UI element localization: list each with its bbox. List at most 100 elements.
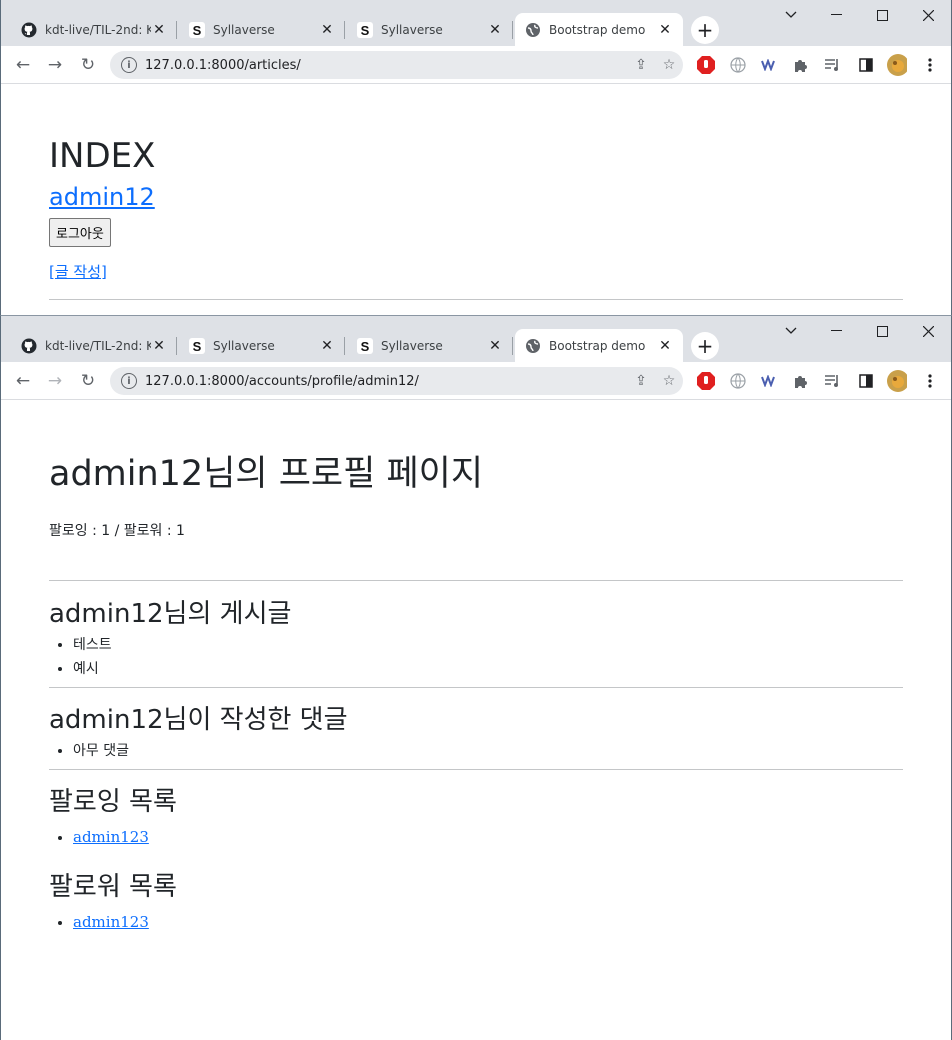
browser-toolbar: ← → ↻ i 127.0.0.1:8000/accounts/profile/… xyxy=(1,362,951,400)
tab-syllaverse-2[interactable]: S Syllaverse ✕ xyxy=(347,329,513,362)
back-icon[interactable]: ← xyxy=(11,53,35,77)
reading-list-icon[interactable] xyxy=(823,55,843,75)
reload-icon[interactable]: ↻ xyxy=(76,369,100,393)
logout-button[interactable]: 로그아웃 xyxy=(49,218,111,247)
close-icon[interactable]: ✕ xyxy=(657,338,673,354)
list-item: 아무 댓글 xyxy=(73,739,903,763)
tab-syllaverse-2[interactable]: S Syllaverse ✕ xyxy=(347,13,513,46)
list-item: 테스트 xyxy=(73,633,903,657)
tab-title: kdt-live/TIL-2nd: KD xyxy=(45,338,151,353)
tab-github[interactable]: kdt-live/TIL-2nd: KD ✕ xyxy=(11,13,177,46)
side-panel-icon[interactable] xyxy=(856,55,876,75)
index-page-content: INDEX admin12 로그아웃 [글 작성] xyxy=(1,136,951,300)
translate-icon[interactable] xyxy=(728,371,748,391)
divider xyxy=(49,769,903,770)
new-tab-button[interactable]: + xyxy=(691,16,719,44)
list-item: admin123 xyxy=(73,910,903,935)
syllaverse-icon: S xyxy=(357,21,373,38)
syllaverse-icon: S xyxy=(189,337,205,354)
syllaverse-icon: S xyxy=(357,337,373,354)
url-text: 127.0.0.1:8000/accounts/profile/admin12/ xyxy=(145,373,419,389)
close-icon[interactable]: ✕ xyxy=(487,22,503,38)
github-icon xyxy=(21,22,37,38)
browser-toolbar: ← → ↻ i 127.0.0.1:8000/articles/ ⇪ ☆ xyxy=(1,46,951,84)
articles-list: 테스트 예시 xyxy=(73,633,903,681)
tab-github[interactable]: kdt-live/TIL-2nd: KD ✕ xyxy=(11,329,177,362)
tab-syllaverse-1[interactable]: S Syllaverse ✕ xyxy=(179,13,345,46)
reload-icon[interactable]: ↻ xyxy=(76,53,100,77)
adblock-icon[interactable] xyxy=(696,371,716,391)
close-icon[interactable]: ✕ xyxy=(487,338,503,354)
followings-list: admin123 xyxy=(73,825,903,850)
comments-heading: admin12님이 작성한 댓글 xyxy=(49,705,348,735)
tab-title: Syllaverse xyxy=(213,338,275,353)
close-icon[interactable]: ✕ xyxy=(151,338,167,354)
page-title: admin12님의 프로필 페이지 xyxy=(49,454,484,494)
globe-icon xyxy=(525,338,541,354)
divider xyxy=(49,299,903,300)
svg-text:S: S xyxy=(193,23,202,38)
window-close-icon[interactable] xyxy=(905,0,951,30)
bookmark-star-icon[interactable]: ☆ xyxy=(655,57,683,73)
page-title: INDEX xyxy=(49,136,156,176)
bookmark-star-icon[interactable]: ☆ xyxy=(655,373,683,389)
username-link[interactable]: admin12 xyxy=(49,182,903,212)
forward-icon[interactable]: → xyxy=(43,369,67,393)
site-info-icon[interactable]: i xyxy=(121,57,137,73)
followers-list: admin123 xyxy=(73,910,903,935)
forward-icon[interactable]: → xyxy=(43,53,67,77)
tab-syllaverse-1[interactable]: S Syllaverse ✕ xyxy=(179,329,345,362)
minimize-icon[interactable] xyxy=(813,316,859,346)
side-panel-icon[interactable] xyxy=(856,371,876,391)
tab-title: kdt-live/TIL-2nd: KD xyxy=(45,22,151,37)
new-tab-button[interactable]: + xyxy=(691,332,719,360)
followers-heading: 팔로워 목록 xyxy=(49,872,177,902)
follow-count: 팔로잉 : 1 / 팔로워 : 1 xyxy=(49,523,185,539)
tab-search-icon[interactable] xyxy=(768,0,814,30)
browser-menu-icon[interactable] xyxy=(920,371,940,391)
tab-bootstrap-demo[interactable]: Bootstrap demo ✕ xyxy=(515,13,683,46)
followings-heading: 팔로잉 목록 xyxy=(49,787,177,817)
svg-text:S: S xyxy=(193,339,202,354)
extensions-puzzle-icon[interactable] xyxy=(791,55,811,75)
tab-strip: kdt-live/TIL-2nd: KD ✕ S Syllaverse ✕ S … xyxy=(1,0,951,46)
reading-list-icon[interactable] xyxy=(823,371,843,391)
tab-bootstrap-demo[interactable]: Bootstrap demo ✕ xyxy=(515,329,683,362)
address-bar[interactable]: i 127.0.0.1:8000/articles/ ⇪ ☆ xyxy=(110,51,683,79)
window-close-icon[interactable] xyxy=(905,316,951,346)
wappalyzer-icon[interactable] xyxy=(760,55,780,75)
browser-menu-icon[interactable] xyxy=(920,55,940,75)
address-bar[interactable]: i 127.0.0.1:8000/accounts/profile/admin1… xyxy=(110,367,683,395)
close-icon[interactable]: ✕ xyxy=(319,22,335,38)
translate-icon[interactable] xyxy=(728,55,748,75)
comments-list: 아무 댓글 xyxy=(73,739,903,763)
close-icon[interactable]: ✕ xyxy=(151,22,167,38)
svg-text:S: S xyxy=(361,23,370,38)
divider xyxy=(49,580,903,581)
github-icon xyxy=(21,338,37,354)
list-item: admin123 xyxy=(73,825,903,850)
share-icon[interactable]: ⇪ xyxy=(627,57,655,73)
back-icon[interactable]: ← xyxy=(11,369,35,393)
share-icon[interactable]: ⇪ xyxy=(627,373,655,389)
tab-title: Bootstrap demo xyxy=(549,22,646,37)
minimize-icon[interactable] xyxy=(813,0,859,30)
wappalyzer-icon[interactable] xyxy=(760,371,780,391)
adblock-icon[interactable] xyxy=(696,55,716,75)
tab-strip: kdt-live/TIL-2nd: KD ✕ S Syllaverse ✕ S … xyxy=(1,316,951,362)
close-icon[interactable]: ✕ xyxy=(657,22,673,38)
list-item: 예시 xyxy=(73,657,903,681)
site-info-icon[interactable]: i xyxy=(121,373,137,389)
extensions-puzzle-icon[interactable] xyxy=(791,371,811,391)
maximize-icon[interactable] xyxy=(859,0,905,30)
globe-icon xyxy=(525,22,541,38)
profile-avatar-icon[interactable] xyxy=(887,54,907,76)
follower-user-link[interactable]: admin123 xyxy=(73,913,149,931)
following-user-link[interactable]: admin123 xyxy=(73,828,149,846)
create-article-link[interactable]: [글 작성] xyxy=(49,261,903,282)
close-icon[interactable]: ✕ xyxy=(319,338,335,354)
tab-title: Bootstrap demo xyxy=(549,338,646,353)
maximize-icon[interactable] xyxy=(859,316,905,346)
tab-search-icon[interactable] xyxy=(768,316,814,346)
profile-avatar-icon[interactable] xyxy=(887,370,907,392)
